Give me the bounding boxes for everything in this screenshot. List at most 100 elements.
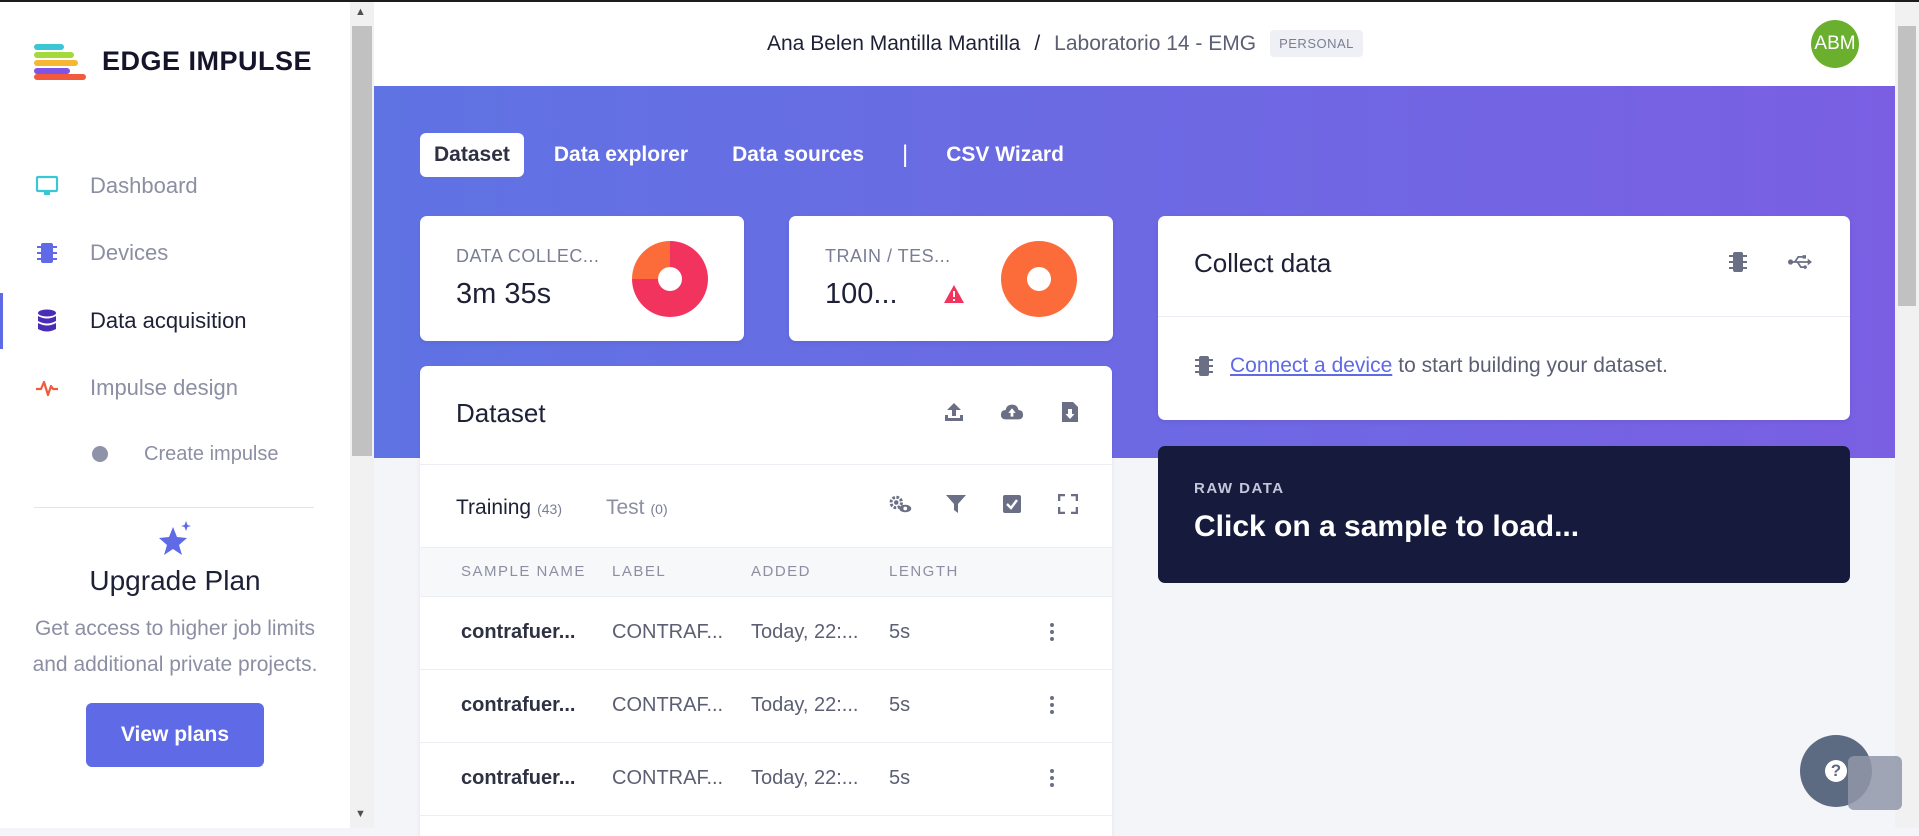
tab-data-explorer[interactable]: Data explorer <box>540 133 702 177</box>
dataset-divider <box>420 464 1112 465</box>
gear-eye-icon[interactable] <box>888 492 912 516</box>
brand-name: EDGE IMPULSE <box>102 45 313 76</box>
train-test-donut <box>1001 241 1077 317</box>
warning-icon[interactable] <box>943 284 965 309</box>
stat-value: 3m 35s <box>456 278 552 310</box>
main-content: Ana Belen Mantilla Mantilla / Laboratori… <box>374 2 1895 836</box>
device-chip-icon[interactable] <box>1726 250 1750 274</box>
tab-training-label: Training <box>456 496 532 519</box>
length-cell: 5s <box>889 767 911 789</box>
breadcrumb-separator: / <box>1034 31 1041 55</box>
sidebar-scrollbar-thumb[interactable] <box>352 26 372 456</box>
row-menu-icon[interactable] <box>1050 696 1054 717</box>
sidebar-item-label: Data acquisition <box>90 308 247 333</box>
dataset-table-header: SAMPLE NAME LABEL ADDED LENGTH <box>420 547 1112 597</box>
sparkle-star-icon <box>0 519 350 559</box>
raw-data-label: RAW DATA <box>1194 480 1285 497</box>
sidebar-subitem-create-impulse[interactable]: Create impulse <box>0 434 350 474</box>
sample-name-cell: contrafuer... <box>461 767 576 789</box>
added-cell: Today, 22:... <box>751 621 859 643</box>
connect-device-prompt: Connect a device to start building your … <box>1194 354 1668 378</box>
sidebar-subitem-label: Create impulse <box>144 442 279 465</box>
select-checkbox-icon[interactable] <box>1000 492 1024 516</box>
tab-test-count: (0) <box>650 501 668 517</box>
table-row[interactable]: contrafuer... CONTRAF... Today, 22:... 5… <box>420 743 1112 816</box>
bullet-icon <box>92 446 108 462</box>
expand-icon[interactable] <box>1056 492 1080 516</box>
added-cell: Today, 22:... <box>751 694 859 716</box>
cloud-upload-icon[interactable] <box>1000 400 1024 424</box>
user-avatar[interactable]: ABM <box>1811 20 1859 68</box>
edge-impulse-logo-icon <box>34 42 86 80</box>
row-menu-icon[interactable] <box>1050 623 1054 644</box>
tab-test[interactable]: Test (0) <box>606 496 668 520</box>
sidebar: EDGE IMPULSE Dashboard Devices Data acqu… <box>0 2 350 828</box>
scroll-down-arrow-icon[interactable]: ▼ <box>355 808 366 820</box>
sidebar-item-label: Dashboard <box>90 173 198 198</box>
connect-device-text: to start building your dataset. <box>1398 354 1668 377</box>
upgrade-plan-panel: Upgrade Plan Get access to higher job li… <box>0 517 350 767</box>
tab-csv-wizard[interactable]: CSV Wizard <box>932 133 1078 177</box>
stat-label: DATA COLLEC... <box>456 246 600 266</box>
raw-data-placeholder: Click on a sample to load... <box>1194 510 1580 543</box>
filter-icon[interactable] <box>944 492 968 516</box>
floating-widget-icon[interactable] <box>1848 756 1902 810</box>
usb-icon[interactable] <box>1788 250 1812 274</box>
pulse-icon <box>34 375 60 401</box>
table-row[interactable]: contrafuer... CONTRAF... Today, 22:... 5… <box>420 670 1112 743</box>
stat-label: TRAIN / TES... <box>825 246 951 266</box>
breadcrumb: Ana Belen Mantilla Mantilla / Laboratori… <box>767 30 1363 57</box>
dataset-card: Dataset Training (43) Test (0) SAMPLE NA… <box>420 366 1112 836</box>
sidebar-item-dashboard[interactable]: Dashboard <box>0 158 350 214</box>
dataset-tabs: Dataset Data explorer Data sources | CSV… <box>420 133 1094 177</box>
file-download-icon[interactable] <box>1058 400 1082 424</box>
tab-training[interactable]: Training (43) <box>456 496 562 520</box>
length-cell: 5s <box>889 621 911 643</box>
question-mark-icon: ? <box>1825 760 1847 782</box>
tab-data-sources[interactable]: Data sources <box>718 133 878 177</box>
sidebar-item-impulse-design[interactable]: Impulse design <box>0 360 350 416</box>
collect-data-divider <box>1158 316 1850 317</box>
collect-data-card: Collect data Connect a device to start b… <box>1158 216 1850 420</box>
breadcrumb-owner[interactable]: Ana Belen Mantilla Mantilla <box>767 32 1020 56</box>
table-row[interactable]: contrafuer... CONTRAF... Today, 22:... 5… <box>420 597 1112 670</box>
sidebar-item-devices[interactable]: Devices <box>0 225 350 281</box>
collect-data-actions <box>1726 250 1812 274</box>
column-header-sample-name[interactable]: SAMPLE NAME <box>461 563 586 580</box>
label-cell: CONTRAF... <box>612 767 724 789</box>
brand-logo[interactable]: EDGE IMPULSE <box>34 42 312 80</box>
raw-data-panel: RAW DATA Click on a sample to load... <box>1158 446 1850 583</box>
dataset-tools <box>888 492 1080 516</box>
column-header-label[interactable]: LABEL <box>612 563 666 580</box>
chip-icon <box>34 240 60 266</box>
upgrade-title: Upgrade Plan <box>89 565 261 596</box>
view-plans-button[interactable]: View plans <box>86 703 264 767</box>
dataset-subtabs: Training (43) Test (0) <box>456 496 712 520</box>
length-cell: 5s <box>889 694 911 716</box>
data-collected-card: DATA COLLEC... 3m 35s <box>420 216 744 341</box>
column-header-length[interactable]: LENGTH <box>889 563 959 580</box>
scroll-up-arrow-icon[interactable]: ▲ <box>355 6 366 18</box>
monitor-icon <box>34 173 60 199</box>
stat-value: 100... <box>825 278 898 310</box>
collect-data-title: Collect data <box>1194 248 1332 278</box>
device-chip-icon <box>1195 356 1213 376</box>
tab-training-count: (43) <box>537 501 562 517</box>
page-scrollbar-thumb[interactable] <box>1898 26 1916 306</box>
column-header-added[interactable]: ADDED <box>751 563 811 580</box>
data-collected-donut <box>632 241 708 317</box>
sample-name-cell: contrafuer... <box>461 621 576 643</box>
row-menu-icon[interactable] <box>1050 769 1054 790</box>
connect-device-link[interactable]: Connect a device <box>1230 354 1392 378</box>
sidebar-item-data-acquisition[interactable]: Data acquisition <box>0 293 350 349</box>
label-cell: CONTRAF... <box>612 694 724 716</box>
sidebar-divider <box>34 507 314 508</box>
database-icon <box>34 308 60 334</box>
train-test-split-card: TRAIN / TES... 100... <box>789 216 1113 341</box>
upgrade-description: Get access to higher job limits and addi… <box>32 617 318 676</box>
sidebar-item-label: Impulse design <box>90 375 238 400</box>
label-cell: CONTRAF... <box>612 621 724 643</box>
upload-icon[interactable] <box>942 400 966 424</box>
breadcrumb-project[interactable]: Laboratorio 14 - EMG <box>1054 32 1256 56</box>
tab-dataset[interactable]: Dataset <box>420 133 524 177</box>
